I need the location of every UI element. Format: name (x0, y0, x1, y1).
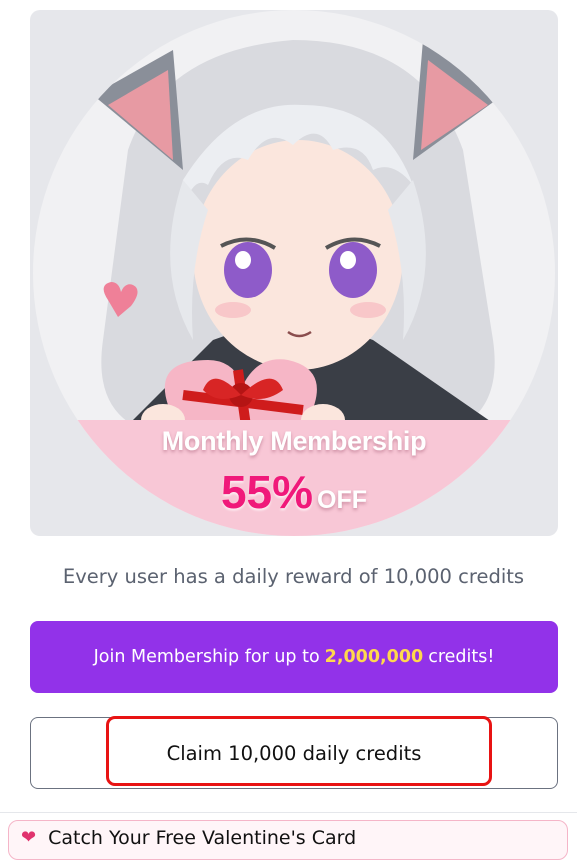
promo-discount: 55% OFF (30, 465, 558, 519)
claim-button-label: Claim 10,000 daily credits (166, 741, 422, 765)
discount-percent: 55% (220, 466, 314, 518)
discount-suffix: OFF (317, 486, 368, 514)
daily-reward-text: Every user has a daily reward of 10,000 … (62, 565, 525, 588)
valentine-card-label: Catch Your Free Valentine's Card (48, 827, 357, 849)
promo-title: Monthly Membership (161, 426, 427, 456)
promo-circle-frame (33, 10, 555, 536)
divider (0, 812, 577, 813)
join-button-suffix: credits! (428, 647, 495, 667)
join-button-prefix: Join Membership for up to (93, 647, 320, 667)
join-membership-button[interactable]: Join Membership for up to 2,000,000 cred… (30, 621, 558, 693)
claim-daily-credits-button[interactable]: Claim 10,000 daily credits (30, 717, 558, 789)
valentine-card-banner[interactable]: ❤ Catch Your Free Valentine's Card (8, 820, 568, 860)
promo-card[interactable]: Monthly Membership 55% OFF (30, 10, 558, 536)
join-button-amount: 2,000,000 (324, 647, 424, 667)
